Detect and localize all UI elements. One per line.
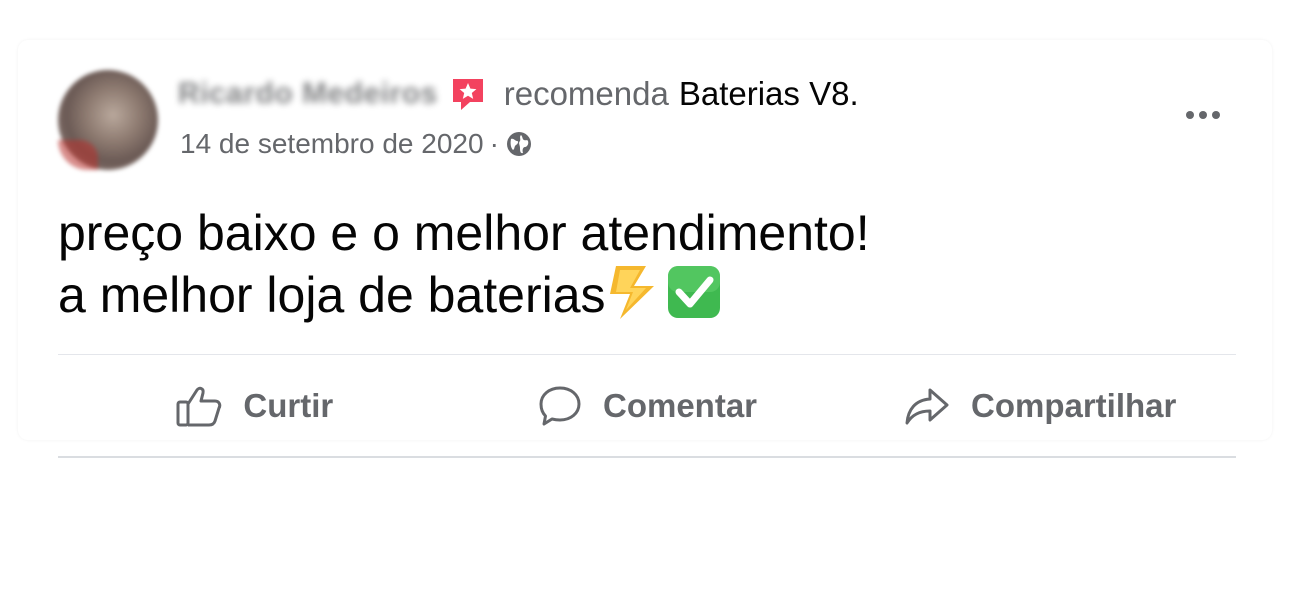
recommend-badge-icon [450, 76, 486, 112]
more-dot [1186, 111, 1194, 119]
comment-button[interactable]: Comentar [451, 370, 844, 442]
post-actions-bar: Curtir Comentar Compartilhar [58, 370, 1236, 442]
post-meta: 14 de setembro de 2020 · [180, 126, 533, 162]
thumbs-up-icon [176, 386, 222, 427]
share-arrow-icon [905, 388, 949, 425]
more-dot [1199, 111, 1207, 119]
recommend-text: recomenda [503, 75, 669, 112]
like-label: Curtir [243, 387, 334, 424]
post-text-line-1: preço baixo e o melhor atendimento! [58, 205, 870, 261]
page-name-link[interactable]: Baterias V8 [679, 75, 850, 113]
review-post-card: Ricardo Medeiros recomenda Baterias V8. … [18, 40, 1272, 440]
comment-label: Comentar [602, 387, 758, 424]
page-name-period: . [849, 75, 859, 112]
post-date[interactable]: 14 de setembro de 2020 [180, 128, 484, 160]
meta-separator: · [489, 128, 499, 159]
like-button[interactable]: Curtir [58, 370, 451, 442]
actions-divider [58, 354, 1236, 355]
comment-bubble-icon [539, 386, 581, 426]
author-name[interactable]: Ricardo Medeiros [178, 77, 438, 111]
share-label: Compartilhar [970, 387, 1177, 424]
post-text: preço baixo e o melhor atendimento! a me… [58, 202, 870, 334]
globe-icon[interactable] [505, 130, 533, 158]
lightning-emoji-icon [606, 264, 664, 334]
more-dot [1212, 111, 1220, 119]
post-header: Ricardo Medeiros recomenda Baterias V8. [178, 74, 859, 114]
more-options-button[interactable] [1178, 100, 1228, 130]
share-button[interactable]: Compartilhar [843, 370, 1236, 442]
check-mark-emoji-icon [664, 264, 724, 334]
post-text-line-2: a melhor loja de baterias [58, 264, 870, 334]
author-avatar[interactable] [58, 70, 158, 170]
post-text-line-2-text: a melhor loja de baterias [58, 267, 606, 323]
card-bottom-divider [58, 456, 1236, 458]
